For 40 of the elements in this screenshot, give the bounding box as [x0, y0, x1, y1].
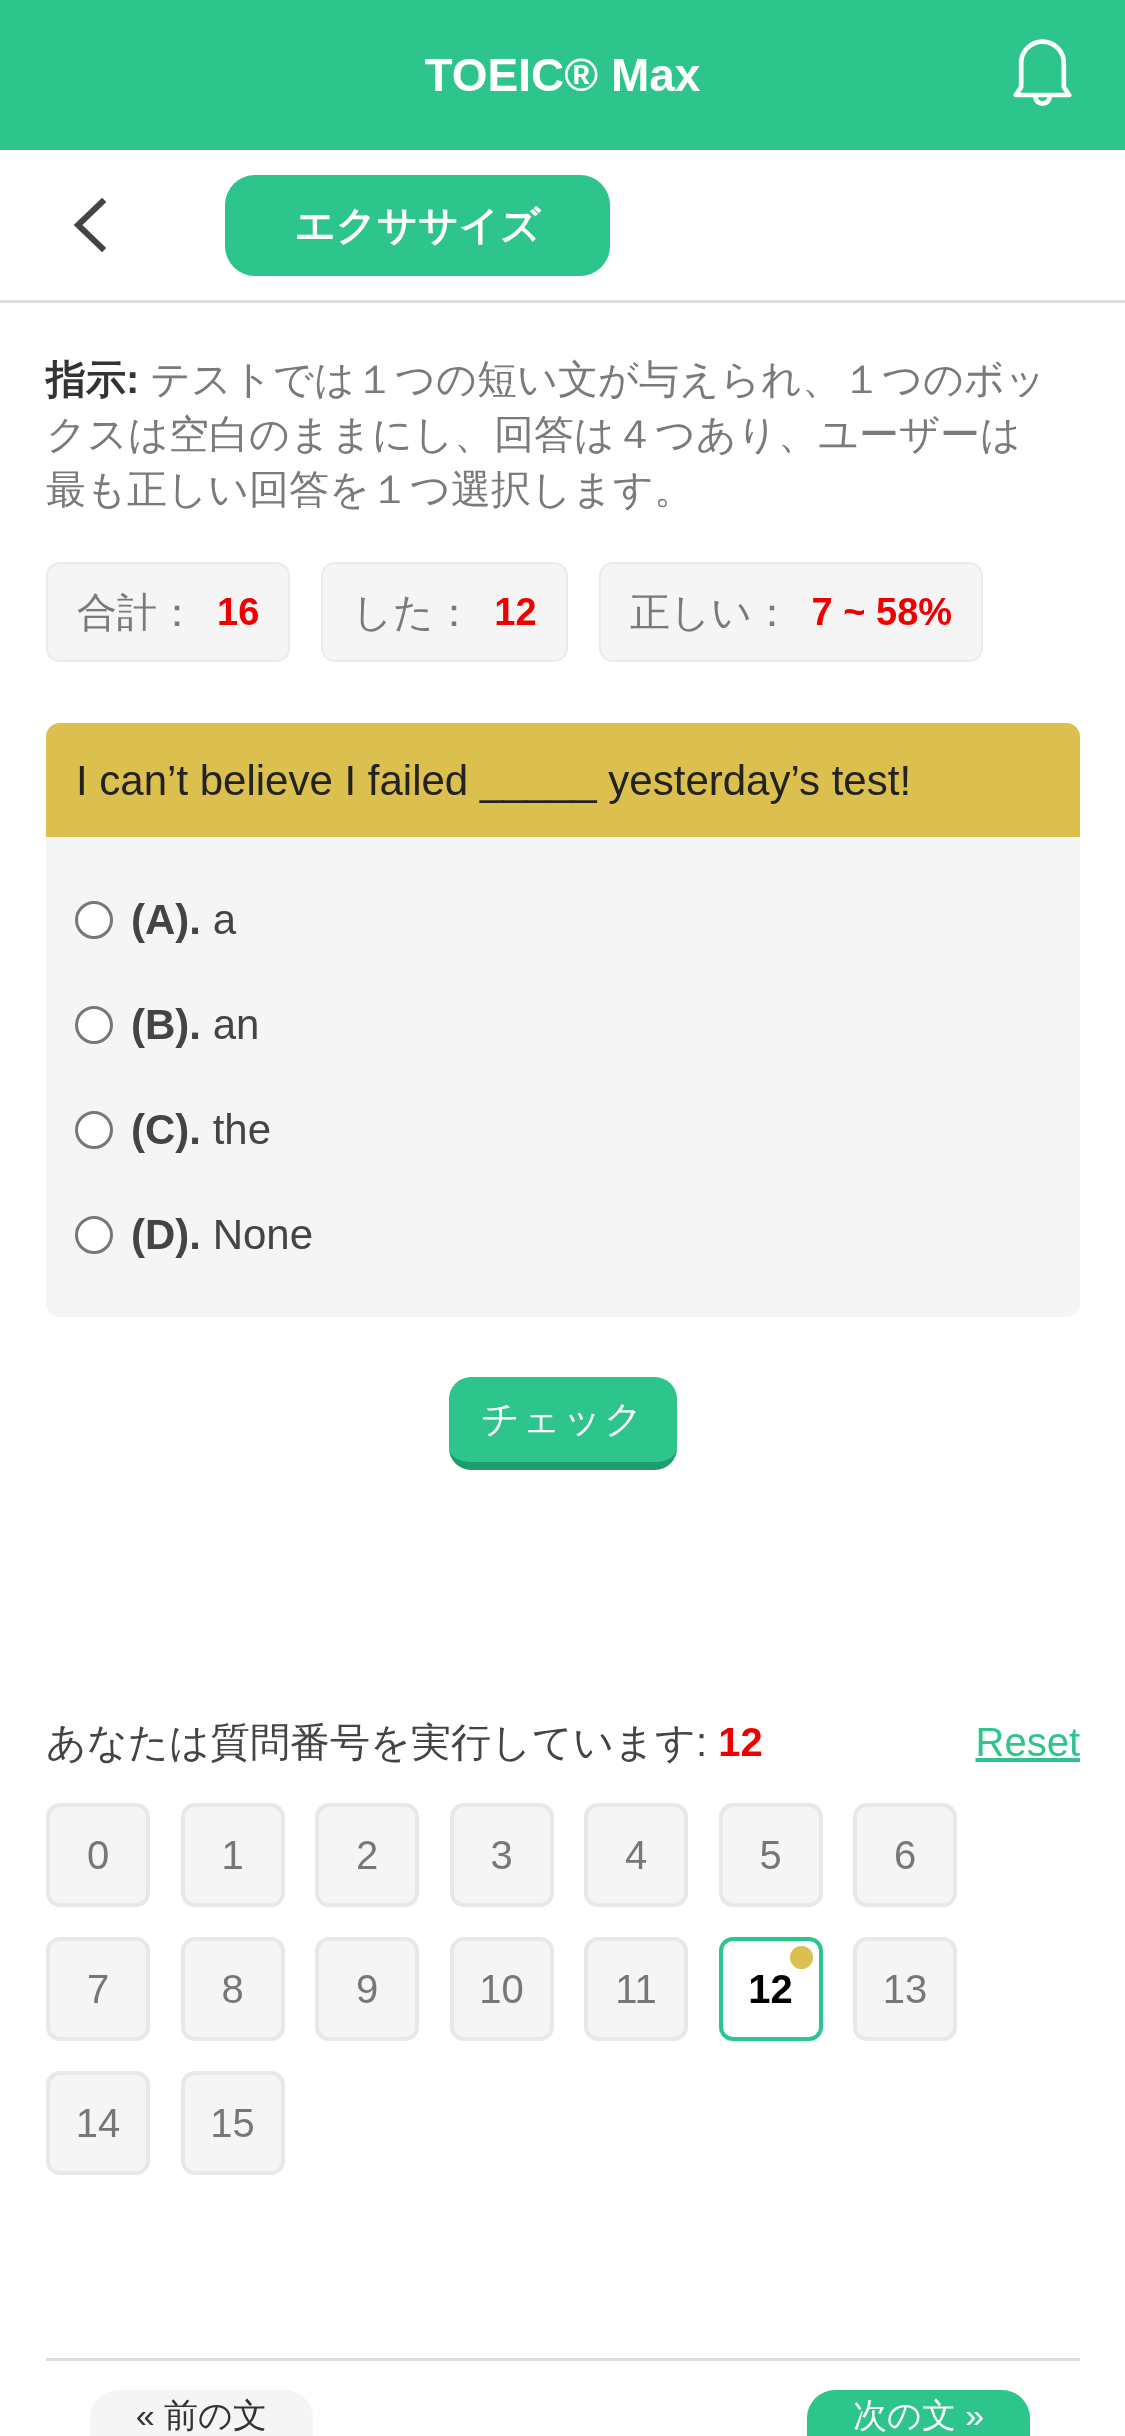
question-number-button[interactable]: 11 [584, 1937, 688, 2041]
app-title: TOEIC® Max [424, 52, 701, 98]
answer-option[interactable]: (B). an [131, 993, 260, 1056]
back-icon[interactable] [72, 198, 106, 252]
radio-button[interactable] [75, 900, 113, 939]
stat-label: 正しい： [629, 589, 792, 636]
answer-option[interactable]: (A). a [131, 888, 236, 951]
reset-link[interactable]: Reset [975, 1712, 1080, 1772]
previous-sentence-button[interactable]: « 前の文 [90, 2390, 313, 2436]
answer-option[interactable]: (C). the [131, 1098, 272, 1161]
question-text: I can’t believe I failed _____ yesterday’s test! [76, 755, 912, 806]
question-number-button[interactable]: 0 [46, 1803, 150, 1907]
question-number-button[interactable]: 5 [718, 1803, 823, 1907]
question-number-button[interactable]: 13 [853, 1937, 957, 2041]
stat-value: 16 [217, 589, 260, 635]
question-number-button[interactable]: 9 [315, 1937, 419, 2041]
question-number-button[interactable]: 2 [315, 1803, 419, 1907]
answer-option[interactable]: (D). None [131, 1203, 314, 1266]
question-number-button[interactable]: 8 [180, 1937, 285, 2041]
question-number-button[interactable]: 7 [46, 1937, 150, 2041]
question-number-button[interactable]: 4 [584, 1803, 688, 1907]
question-number-button[interactable]: 3 [449, 1803, 554, 1907]
check-button[interactable]: チェック [449, 1377, 677, 1470]
question-number-button[interactable]: 15 [180, 2071, 285, 2175]
instruction-text: 指示: テストでは１つの短い文が与えられ、１つのボックスは空白のままにし、回答は４つあり、ユーザーは最も正しい回答を１つ選択します。 [46, 356, 1048, 513]
radio-button[interactable] [75, 1005, 113, 1044]
question-number-button[interactable]: 14 [46, 2071, 150, 2175]
progress-text: あなたは質問番号を実行しています: 12 [46, 1719, 763, 1766]
question-number-button[interactable]: 12 [718, 1937, 823, 2041]
question-number-button[interactable]: 10 [449, 1937, 554, 2041]
stat-value: 7 ~ 58% [811, 589, 953, 635]
radio-button[interactable] [75, 1215, 113, 1254]
stat-value: 12 [494, 589, 537, 635]
stat-label: 合計： [77, 589, 197, 636]
exercise-button[interactable]: エクササイズ [225, 174, 610, 276]
next-sentence-button[interactable]: 次の文 » [807, 2390, 1030, 2436]
question-number-button[interactable]: 6 [853, 1803, 957, 1907]
question-number-button[interactable]: 1 [180, 1803, 285, 1907]
radio-button[interactable] [75, 1110, 113, 1149]
stat-label: した： [352, 589, 475, 636]
